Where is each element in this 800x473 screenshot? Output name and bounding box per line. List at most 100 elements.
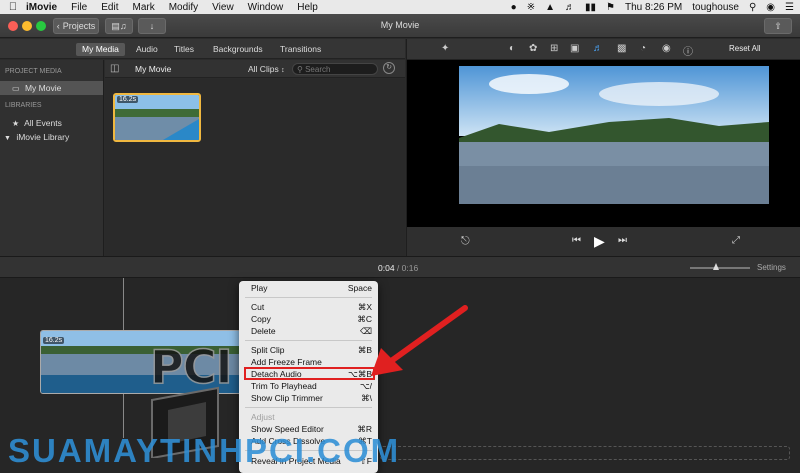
menu-item-adjust: Adjust [239,412,378,423]
timeline-header: 0:04 / 0:16 Settings [0,256,800,278]
volume-icon[interactable]: ♬ [565,2,575,13]
tab-titles[interactable]: Titles [168,43,200,56]
bluetooth-icon[interactable]: ※ [527,2,535,13]
crop-icon[interactable]: ⊞ [550,43,558,54]
reset-all-button[interactable]: Reset All [729,44,761,53]
menu-item-shortcut: Space [347,283,372,293]
viewer-toolbar: ✦ ◐ ✿ ⊞ ▣ ♬ ▩ ◔ ◉ ⓘ Reset All [406,39,800,60]
menu-item-trim-to-playhead[interactable]: Trim To Playhead ⌥/ [239,381,378,392]
tab-audio[interactable]: Audio [130,43,164,56]
menu-app-name[interactable]: iMovie [26,2,57,13]
volume-icon[interactable]: ♬ [593,43,603,54]
menu-item-shortcut: ⌘\ [361,393,372,403]
apple-icon[interactable]:  [0,1,26,13]
timecode: 0:04 / 0:16 [378,263,418,273]
project-icon: ▭ [12,84,20,93]
media-browser: 16.2s [105,79,405,256]
total-time: 0:16 [401,263,419,273]
site-watermark: SUAMAYTINHPCI.COM [8,432,401,469]
tab-my-media[interactable]: My Media [76,43,125,56]
close-window-button[interactable] [8,21,18,31]
flag-icon[interactable]: ⚑ [606,2,615,13]
video-frame [459,66,769,204]
speed-icon[interactable]: ◔ [640,43,646,54]
clip-filter-label: All Clips [248,64,279,74]
info-icon[interactable]: ⓘ [683,43,693,58]
search-placeholder: Search [305,65,331,74]
media-tabs: My Media Audio Titles Backgrounds Transi… [0,39,405,59]
window-title: My Movie [380,20,420,30]
projects-back-button[interactable]: ‹ Projects [53,18,99,34]
menu-item-label: Play [251,283,268,293]
color-balance-icon[interactable]: ◐ [509,43,515,54]
menu-item-delete[interactable]: Delete ⌫ [239,326,378,337]
clip-thumbnail[interactable]: 16.2s [113,93,201,142]
search-input[interactable]: ⚲ Search [292,63,378,75]
search-icon: ⚲ [297,65,303,74]
search-icon[interactable]: ⚲ [749,2,756,13]
minimize-window-button[interactable] [22,21,32,31]
menu-item-label: Trim To Playhead [251,381,317,391]
play-icon[interactable]: ▶ [594,233,605,250]
import-media-button[interactable]: ▤♫ [105,18,133,34]
sidebar-item-imovie-library[interactable]: ▼ iMovie Library [0,130,103,144]
user-name[interactable]: toughouse [692,2,739,13]
libraries-header: LIBRARIES [5,102,42,109]
color-palette-icon[interactable]: ✿ [529,43,537,54]
overlay-icon[interactable]: ◉ [662,43,671,54]
magic-wand-icon[interactable]: ✦ [441,43,449,54]
menu-edit[interactable]: Edit [101,2,118,13]
menu-separator [245,340,372,341]
zoom-slider-knob[interactable] [713,263,719,270]
battery-icon[interactable]: ▮▮ [585,2,596,13]
menu-window[interactable]: Window [248,2,284,13]
project-media-header: PROJECT MEDIA [5,68,62,75]
menu-item-label: Show Clip Trimmer [251,393,323,403]
siri-icon[interactable]: ◉ [766,2,775,13]
menu-modify[interactable]: Modify [169,2,198,13]
title-bar: ‹ Projects ▤♫ ↓ My Movie ⇧ [0,14,800,38]
sidebar-toggle-icon[interactable]: ◫ [110,63,119,74]
zoom-slider[interactable] [690,263,750,270]
menu-mark[interactable]: Mark [132,2,154,13]
menu-separator [245,297,372,298]
menu-help[interactable]: Help [297,2,318,13]
share-icon: ⇧ [774,20,782,31]
download-button[interactable]: ↓ [138,18,166,34]
sidebar-item-all-events[interactable]: ★ All Events [0,116,103,130]
previous-icon[interactable]: ⏮ [572,235,581,246]
settings-button[interactable]: Settings [757,263,786,272]
menu-item-play[interactable]: Play Space [239,283,378,294]
tab-backgrounds[interactable]: Backgrounds [207,43,269,56]
menu-item-label: Copy [251,314,271,324]
menu-item-label: Add Freeze Frame [251,357,322,367]
zoom-window-button[interactable] [36,21,46,31]
browser-settings-icon[interactable]: ↻ [383,62,395,74]
chat-icon[interactable]: ● [511,2,517,13]
fullscreen-icon[interactable]: ⤢ [732,235,740,246]
tab-transitions[interactable]: Transitions [274,43,327,56]
share-button[interactable]: ⇧ [764,18,792,34]
menu-item-cut[interactable]: Cut ⌘X [239,302,378,313]
microphone-icon[interactable]: ⎋ [461,235,470,248]
equalizer-icon[interactable]: ▩ [617,43,626,54]
menu-file[interactable]: File [71,2,87,13]
wifi-icon[interactable]: ▲ [545,2,555,13]
projects-back-label: Projects [62,21,96,31]
menu-item-label: Cut [251,302,265,312]
sidebar-item-my-movie[interactable]: ▭ My Movie [0,81,103,95]
clock-text[interactable]: Thu 8:26 PM [625,2,682,13]
film-icon: ▤♫ [111,20,127,31]
star-icon: ★ [12,119,20,128]
sidebar-item-label: iMovie Library [16,132,70,142]
next-icon[interactable]: ⏭ [618,235,627,246]
disclosure-triangle-icon[interactable]: ▼ [4,135,11,142]
clip-filter-select[interactable]: All Clips ↕ [248,64,285,74]
menu-item-split-clip[interactable]: Split Clip ⌘B [239,345,378,356]
menu-item-copy[interactable]: Copy ⌘C [239,314,378,325]
menu-item-show-clip-trimmer[interactable]: Show Clip Trimmer ⌘\ [239,393,378,404]
library-sidebar: PROJECT MEDIA ▭ My Movie LIBRARIES ★ All… [0,60,104,256]
notification-icon[interactable]: ☰ [785,2,794,13]
menu-view[interactable]: View [212,2,234,13]
camera-icon[interactable]: ▣ [570,43,579,54]
